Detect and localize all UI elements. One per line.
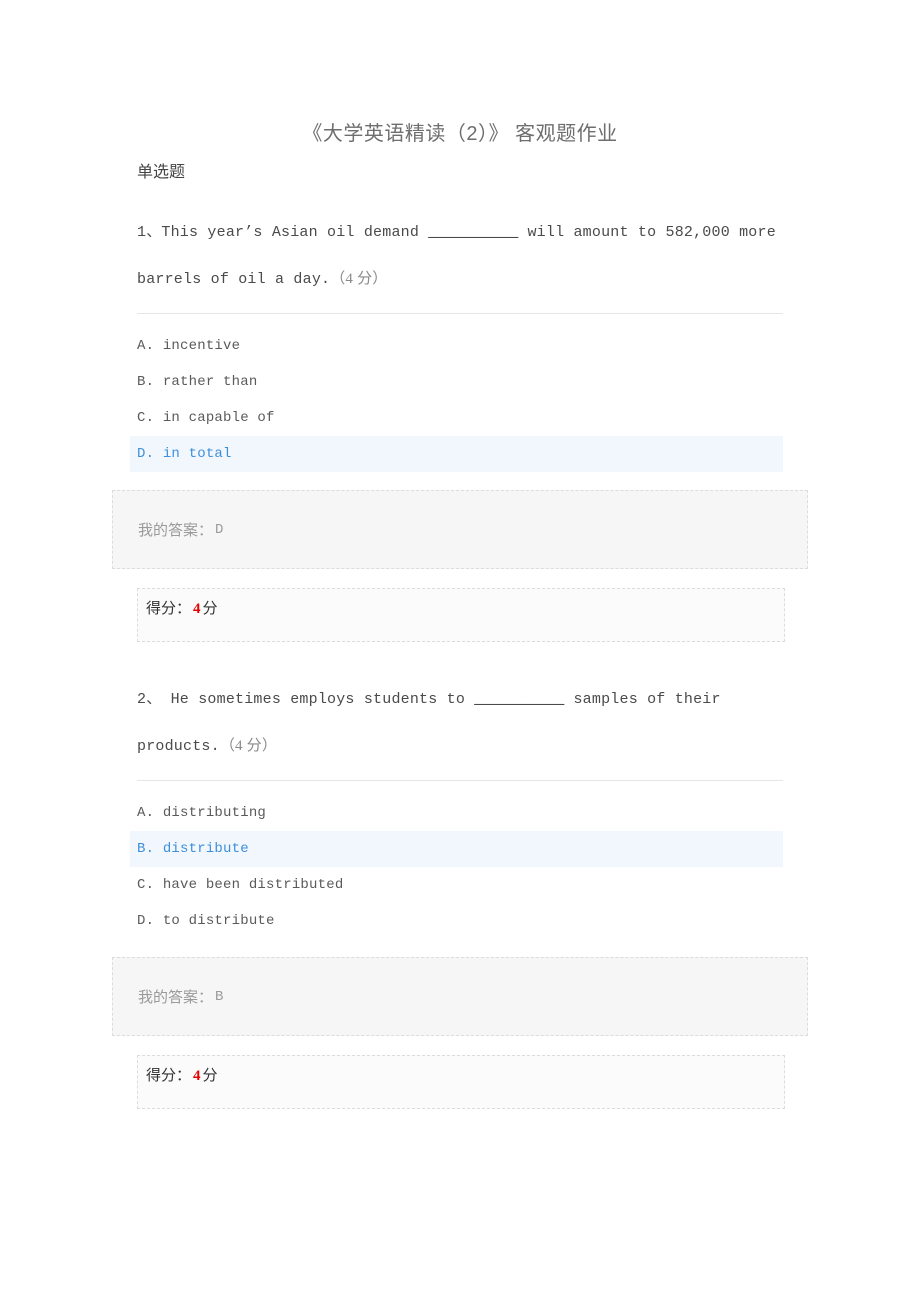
- assignment-page: 《大学英语精读（2）》 客观题作业 单选题 1、This year’s Asia…: [0, 0, 920, 1302]
- option-label: distributing: [162, 805, 267, 821]
- option-label: have been distributed: [162, 877, 344, 893]
- score-value: 4: [193, 601, 201, 617]
- option-letter: A.: [137, 805, 155, 821]
- my-answer-value: D: [215, 521, 224, 538]
- question-block: 1、This year’s Asian oil demand _________…: [0, 210, 920, 642]
- option-a[interactable]: A. distributing: [130, 795, 783, 831]
- question-text-before-blank: This year’s Asian oil demand: [161, 224, 429, 241]
- question-divider: [137, 780, 783, 781]
- my-answer-label: 我的答案：: [138, 990, 214, 1006]
- my-answer-label: 我的答案：: [138, 523, 214, 539]
- option-letter: C.: [137, 877, 155, 893]
- score-box: 得分： 4 分: [137, 588, 785, 642]
- option-label: rather than: [162, 374, 258, 390]
- answer-blank: __________: [428, 224, 519, 241]
- option-list: A. incentive B. rather than C. in capabl…: [0, 328, 920, 472]
- section-label: 单选题: [137, 164, 186, 181]
- option-letter: D.: [137, 446, 155, 462]
- option-list: A. distributing B. distribute C. have be…: [0, 795, 920, 939]
- option-d[interactable]: D. to distribute: [130, 903, 783, 939]
- page-title: 《大学英语精读（2）》 客观题作业: [302, 123, 618, 145]
- option-label: incentive: [162, 338, 241, 354]
- option-c[interactable]: C. in capable of: [130, 400, 783, 436]
- question-stem: 2、 He sometimes employs students to ____…: [137, 677, 783, 770]
- my-answer-box: 我的答案： D: [112, 490, 808, 569]
- question-block: 2、 He sometimes employs students to ____…: [0, 677, 920, 1109]
- question-points: （4 分）: [219, 738, 278, 754]
- question-divider: [137, 313, 783, 314]
- option-d[interactable]: D. in total: [130, 436, 783, 472]
- option-b[interactable]: B. rather than: [130, 364, 783, 400]
- option-letter: C.: [137, 410, 155, 426]
- score-label: 得分：: [146, 1068, 192, 1084]
- score-unit: 分: [202, 1068, 218, 1084]
- question-number: 2、: [137, 691, 162, 708]
- option-letter: B.: [137, 374, 155, 390]
- option-label: distribute: [162, 841, 249, 857]
- option-c[interactable]: C. have been distributed: [130, 867, 783, 903]
- option-label: to distribute: [162, 913, 275, 929]
- option-letter: A.: [137, 338, 155, 354]
- score-box: 得分： 4 分: [137, 1055, 785, 1109]
- option-letter: B.: [137, 841, 155, 857]
- option-label: in capable of: [162, 410, 275, 426]
- option-label: in total: [162, 446, 232, 462]
- score-label: 得分：: [146, 601, 192, 617]
- question-stem: 1、This year’s Asian oil demand _________…: [137, 210, 783, 303]
- option-letter: D.: [137, 913, 155, 929]
- option-a[interactable]: A. incentive: [130, 328, 783, 364]
- my-answer-box: 我的答案： B: [112, 957, 808, 1036]
- question-number: 1、: [137, 224, 162, 241]
- score-unit: 分: [202, 601, 218, 617]
- question-points: （4 分）: [330, 271, 388, 287]
- answer-blank: __________: [474, 691, 565, 708]
- score-value: 4: [193, 1068, 201, 1084]
- option-b[interactable]: B. distribute: [130, 831, 783, 867]
- my-answer-value: B: [215, 988, 224, 1005]
- question-text-before-blank: He sometimes employs students to: [161, 691, 475, 708]
